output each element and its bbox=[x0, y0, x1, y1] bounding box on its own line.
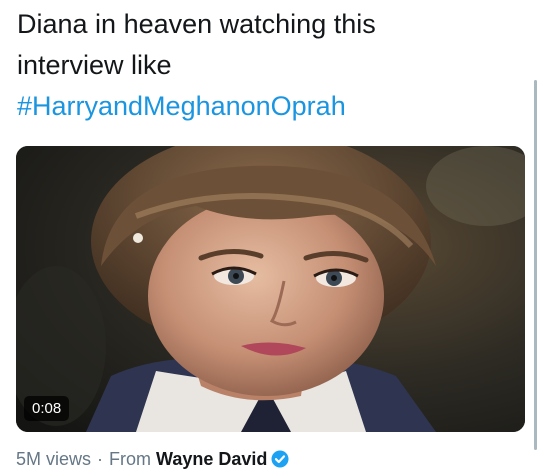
view-count: 5M views bbox=[16, 448, 92, 469]
author-link[interactable]: Wayne David bbox=[156, 449, 267, 470]
video-player[interactable]: 0:08 bbox=[16, 146, 525, 432]
video-thumbnail bbox=[16, 146, 525, 432]
from-label: From bbox=[109, 448, 152, 469]
video-meta: 5M views · From Wayne David bbox=[16, 446, 289, 472]
scrollbar[interactable] bbox=[534, 80, 537, 450]
tweet-text-line-1: Diana in heaven watching this bbox=[17, 9, 376, 39]
tweet-text: Diana in heaven watching this interview … bbox=[17, 4, 517, 127]
meta-separator: · bbox=[97, 448, 104, 469]
verified-badge-icon bbox=[271, 450, 289, 468]
hashtag-link[interactable]: #HarryandMeghanonOprah bbox=[17, 86, 517, 127]
video-duration-badge: 0:08 bbox=[24, 396, 70, 421]
tweet-text-line-2: interview like bbox=[17, 50, 172, 80]
